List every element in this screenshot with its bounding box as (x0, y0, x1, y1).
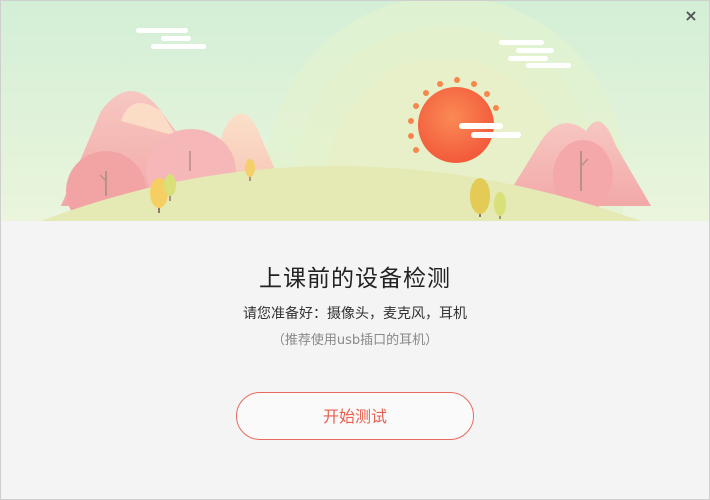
header-illustration (1, 1, 709, 221)
device-requirements-text: 请您准备好：摄像头，麦克风，耳机 (243, 306, 467, 322)
start-test-button[interactable]: 开始测试 (236, 392, 474, 440)
device-check-dialog: × 上课前的设备检测 请您准备好：摄像头，麦克风，耳机 （推荐使用usb插口的耳… (0, 0, 710, 500)
close-button[interactable]: × (681, 6, 701, 26)
content-panel: 上课前的设备检测 请您准备好：摄像头，麦克风，耳机 （推荐使用usb插口的耳机）… (1, 221, 709, 499)
dialog-title: 上课前的设备检测 (259, 266, 451, 292)
headset-recommendation-note: （推荐使用usb插口的耳机） (271, 333, 439, 348)
